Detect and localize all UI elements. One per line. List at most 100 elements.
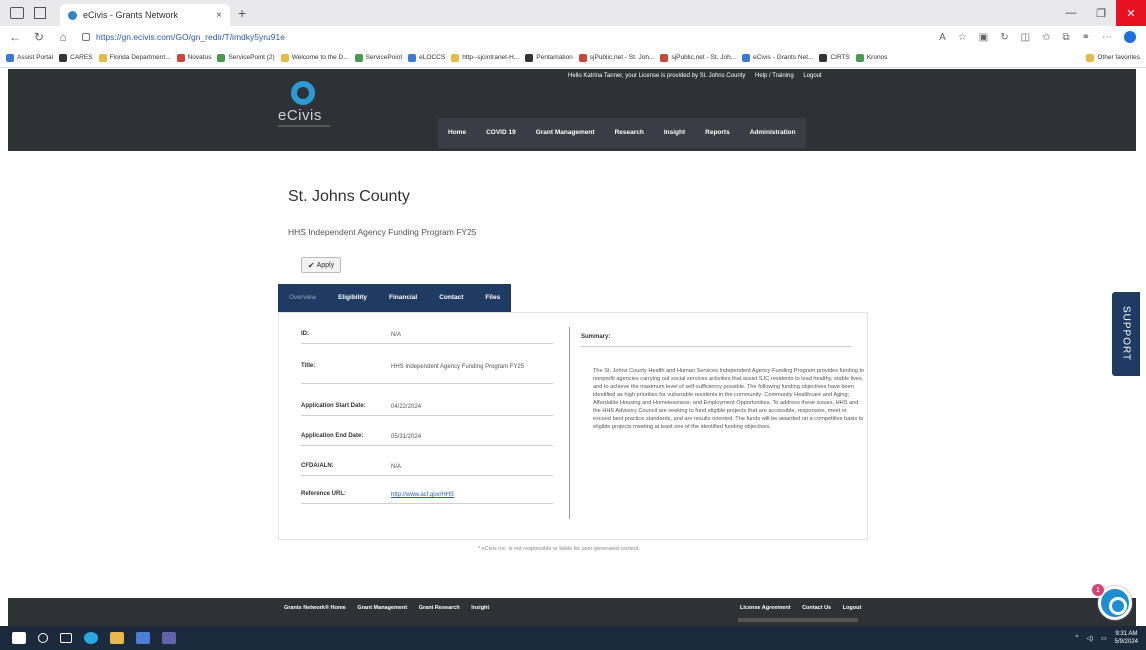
- refresh-icon[interactable]: ↻: [30, 30, 48, 44]
- favorite-item[interactable]: Novatus: [176, 53, 211, 62]
- home-icon[interactable]: ⌂: [54, 30, 72, 44]
- support-tab[interactable]: SUPPORT: [1112, 292, 1140, 376]
- footer-link-insight[interactable]: Insight: [471, 605, 489, 611]
- footer-link-license[interactable]: License Agreement: [740, 605, 791, 611]
- favorite-icon: [217, 53, 226, 62]
- chat-notification-badge: 1: [1092, 584, 1104, 596]
- volume-icon[interactable]: ◁): [1086, 635, 1093, 642]
- footer-link-logout[interactable]: Logout: [843, 605, 862, 611]
- read-aloud-icon[interactable]: A: [939, 32, 946, 43]
- favorite-icon: [98, 53, 107, 62]
- detail-tabs: Overview Eligibility Financial Contact F…: [278, 284, 512, 312]
- summary-text: The St. Johns County Health and Human Se…: [593, 368, 865, 430]
- browser-tab-strip: eCivis - Grants Network × + — ❐ ✕: [0, 0, 1146, 26]
- back-icon[interactable]: ←: [6, 30, 24, 44]
- teams-icon[interactable]: [162, 632, 176, 644]
- detail-label: CFDA/ALN:: [301, 463, 334, 469]
- more-icon[interactable]: ⋯: [1102, 32, 1112, 43]
- favorite-icon: [176, 53, 185, 62]
- detail-value: 05/31/2024: [391, 434, 422, 440]
- outlook-icon[interactable]: [136, 632, 150, 644]
- tab-actions-icon[interactable]: [34, 7, 46, 19]
- edge-browser-icon[interactable]: [84, 632, 98, 644]
- footer-link-grant-management[interactable]: Grant Management: [357, 605, 407, 611]
- reference-url-link[interactable]: http://www.acf.gov/HHS: [391, 491, 531, 500]
- copilot-icon[interactable]: [1124, 31, 1136, 43]
- favorite-item[interactable]: CIRTS: [819, 53, 850, 62]
- row-divider: [301, 415, 553, 416]
- task-view-icon[interactable]: [60, 633, 72, 643]
- favorite-item[interactable]: eCivis - Grants Net...: [742, 53, 813, 62]
- tab-close-icon[interactable]: ×: [216, 10, 222, 21]
- refresh-extension-icon[interactable]: ↻: [1000, 32, 1008, 43]
- search-icon[interactable]: [38, 633, 48, 643]
- tab-overview[interactable]: Overview: [278, 284, 327, 312]
- apply-button[interactable]: ✔ Apply: [301, 257, 341, 273]
- extension-icon[interactable]: ▣: [979, 32, 988, 43]
- detail-label: Title:: [301, 363, 316, 369]
- footer-link-contact[interactable]: Contact Us: [802, 605, 831, 611]
- favorite-item[interactable]: CARES: [59, 53, 93, 62]
- favorite-icon: [408, 53, 417, 62]
- favorite-item[interactable]: sjPublic.net - St. Joh...: [660, 53, 736, 62]
- logout-link[interactable]: Logout: [803, 73, 821, 79]
- url-field[interactable]: https://gn.ecivis.com/GO/gn_redir/T/imdk…: [82, 32, 285, 42]
- taskbar: ^ ◁) ▭ 9:31 AM 5/9/2024: [0, 626, 1146, 650]
- greeting-text: Hello Katrina Tanner, your License is pr…: [568, 73, 746, 79]
- tab-files[interactable]: Files: [474, 284, 511, 312]
- favorite-item[interactable]: Pentamation: [525, 53, 573, 62]
- favorite-item[interactable]: http--sjcintranet-H...: [451, 53, 519, 62]
- favorite-icon: [742, 53, 751, 62]
- nav-insight[interactable]: Insight: [654, 118, 695, 148]
- detail-label: ID:: [301, 331, 309, 337]
- favorite-icon: [578, 53, 587, 62]
- nav-reports[interactable]: Reports: [695, 118, 740, 148]
- favorite-item[interactable]: Florida Department...: [98, 53, 171, 62]
- tab-contact[interactable]: Contact: [428, 284, 474, 312]
- logo-divider: [278, 125, 330, 127]
- split-screen-icon[interactable]: ◫: [1021, 32, 1030, 43]
- footer-link-home[interactable]: Grants Network® Home: [284, 605, 346, 611]
- tab-eligibility[interactable]: Eligibility: [327, 284, 378, 312]
- nav-grant-management[interactable]: Grant Management: [526, 118, 605, 148]
- overview-panel: ID: N/A Title: HHS Independent Agency Fu…: [278, 312, 868, 540]
- favorite-item[interactable]: sjPublic.net - St. Joh...: [578, 53, 654, 62]
- ecivis-logo-icon[interactable]: [291, 81, 315, 105]
- nav-covid-19[interactable]: COVID 19: [476, 118, 526, 148]
- favorite-item[interactable]: Kronos: [855, 53, 887, 62]
- clock[interactable]: 9:31 AM 5/9/2024: [1115, 630, 1138, 646]
- favorite-item[interactable]: Welcome to the D...: [280, 53, 349, 62]
- favorite-item[interactable]: Assist Portal: [6, 53, 53, 62]
- new-tab-button[interactable]: +: [238, 5, 246, 21]
- favorite-star-icon[interactable]: ☆: [958, 32, 967, 43]
- help-link[interactable]: Help / Training: [755, 73, 794, 79]
- favorite-item[interactable]: ServicePoint: [354, 53, 402, 62]
- favorite-item[interactable]: ServicePoint (2): [217, 53, 275, 62]
- folder-icon: [1086, 53, 1095, 62]
- browser-tab[interactable]: eCivis - Grants Network ×: [60, 4, 230, 26]
- profile-icon[interactable]: [10, 7, 24, 19]
- collections-icon[interactable]: ⧉: [1062, 32, 1069, 43]
- minimize-icon[interactable]: —: [1056, 0, 1086, 26]
- favorite-item[interactable]: eLOCCS: [408, 53, 445, 62]
- program-name: HHS Independent Agency Funding Program F…: [288, 227, 477, 237]
- footer-link-grant-research[interactable]: Grant Research: [419, 605, 460, 611]
- url-text: https://gn.ecivis.com/GO/gn_redir/T/imdk…: [96, 32, 285, 42]
- favorites-icon[interactable]: ✩: [1042, 32, 1050, 43]
- restore-icon[interactable]: ❐: [1086, 0, 1116, 26]
- windows-start-icon[interactable]: [12, 632, 26, 644]
- copyright-text: [738, 618, 858, 622]
- row-divider: [301, 503, 553, 504]
- tray-chevron-icon[interactable]: ^: [1076, 635, 1079, 641]
- nav-home[interactable]: Home: [438, 118, 476, 148]
- nav-research[interactable]: Research: [605, 118, 654, 148]
- favorite-icon: [855, 53, 864, 62]
- share-icon[interactable]: ⚭: [1082, 32, 1090, 43]
- nav-administration[interactable]: Administration: [740, 118, 806, 148]
- tab-financial[interactable]: Financial: [378, 284, 428, 312]
- other-favorites[interactable]: Other favorites: [1086, 53, 1140, 62]
- logo-text[interactable]: eCivis: [278, 107, 322, 124]
- file-explorer-icon[interactable]: [110, 632, 124, 644]
- close-window-icon[interactable]: ✕: [1116, 0, 1146, 26]
- network-icon[interactable]: ▭: [1101, 635, 1107, 642]
